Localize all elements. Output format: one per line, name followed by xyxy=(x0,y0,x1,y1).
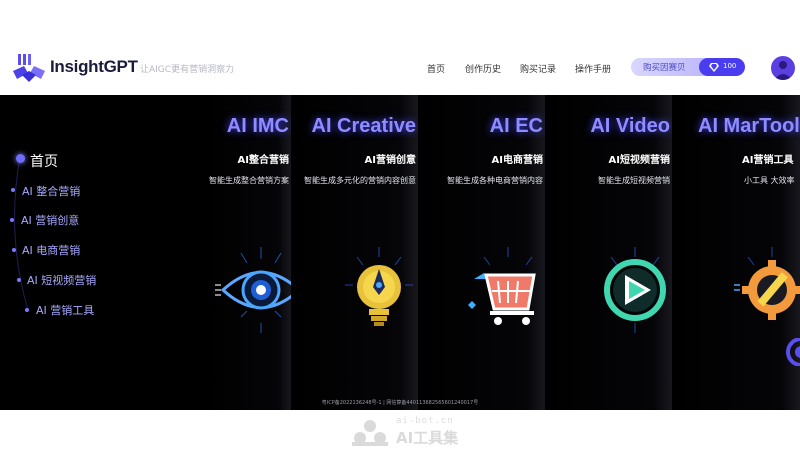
eye-icon xyxy=(215,247,291,333)
card-ai-creative[interactable]: AI Creative AI营销创意 智能生成多元化的营销内容创意 xyxy=(291,95,418,410)
card-title: AI Creative xyxy=(311,115,417,137)
card-desc: 智能生成多元化的营销内容创意 xyxy=(304,176,416,185)
sidebar-item-home[interactable]: 首页 xyxy=(30,151,58,171)
sidebar-item-video[interactable]: AI 短视频营销 xyxy=(27,272,96,288)
user-avatar[interactable] xyxy=(771,56,795,80)
customer-service-icon[interactable] xyxy=(785,338,800,366)
watermark-name: AI工具集 xyxy=(396,429,459,447)
sidebar-dot xyxy=(25,308,29,312)
play-icon xyxy=(604,247,666,333)
card-desc: 智能生成各种电商营销内容 xyxy=(447,176,543,185)
watermark-url: ai-bot.cn xyxy=(396,416,454,426)
sidebar-dot xyxy=(12,248,16,252)
card-desc: 小工具 大效率 xyxy=(744,176,795,185)
card-title: AI IMC xyxy=(226,115,289,137)
product-cards: AI IMC AI整合营销 智能生成整合营销方案 AI Creative AI营… xyxy=(205,95,800,410)
watermark: ai-bot.cn AI工具集 xyxy=(348,416,488,448)
credit-value: 100 xyxy=(723,62,737,70)
card-title: AI EC xyxy=(489,115,543,137)
sidebar-dot xyxy=(17,278,21,282)
lightbulb-icon xyxy=(345,247,413,326)
sidebar-dot xyxy=(11,188,15,192)
card-subtitle: AI短视频营销 xyxy=(608,155,670,166)
buy-credits-label: 购买因赛贝 xyxy=(643,63,686,73)
card-subtitle: AI营销工具 xyxy=(742,155,794,166)
card-ai-martools[interactable]: AI MarTools AI营销工具 小工具 大效率 xyxy=(672,95,800,410)
card-ai-imc[interactable]: AI IMC AI整合营销 智能生成整合营销方案 xyxy=(205,95,291,410)
card-subtitle: AI营销创意 xyxy=(364,155,416,166)
nav-purchases[interactable]: 购买记录 xyxy=(520,62,556,75)
top-header: InsightGPT 让AIGC更有营销洞察力 首页 创作历史 购买记录 操作手… xyxy=(0,40,800,95)
shopping-cart-icon xyxy=(468,247,536,325)
nav-manual[interactable]: 操作手册 xyxy=(575,62,611,75)
card-desc: 智能生成短视频营销 xyxy=(598,176,670,185)
sidebar-dot xyxy=(10,218,14,222)
footer-icp[interactable]: 粤ICP备2022136248号-1 | 网信算备440113682565601… xyxy=(0,399,800,406)
sidebar: 首页 AI 整合营销 AI 营销创意 AI 电商营销 AI 短视频营销 AI 营… xyxy=(0,95,200,410)
page: InsightGPT 让AIGC更有营销洞察力 首页 创作历史 购买记录 操作手… xyxy=(0,0,800,450)
card-title: AI MarTools xyxy=(698,115,800,137)
gear-pencil-icon xyxy=(734,247,800,320)
card-desc: 智能生成整合营销方案 xyxy=(209,176,289,185)
diamond-icon xyxy=(709,63,719,72)
main-area: 首页 AI 整合营销 AI 营销创意 AI 电商营销 AI 短视频营销 AI 营… xyxy=(0,95,800,410)
brand-name[interactable]: InsightGPT xyxy=(50,57,138,77)
sidebar-dot-active xyxy=(16,154,25,163)
user-icon xyxy=(774,61,792,80)
slogan: 让AIGC更有营销洞察力 xyxy=(140,65,235,75)
card-title: AI Video xyxy=(590,115,670,137)
card-ai-ec[interactable]: AI EC AI电商营销 智能生成各种电商营销内容 xyxy=(418,95,545,410)
card-subtitle: AI整合营销 xyxy=(237,155,289,166)
sidebar-item-martools[interactable]: AI 营销工具 xyxy=(36,302,94,318)
insightgpt-logo-icon[interactable] xyxy=(12,53,46,83)
card-ai-video[interactable]: AI Video AI短视频营销 智能生成短视频营销 xyxy=(545,95,672,410)
nav-home[interactable]: 首页 xyxy=(427,62,445,75)
credit-balance[interactable]: 100 xyxy=(699,58,745,76)
nav-history[interactable]: 创作历史 xyxy=(465,62,501,75)
sidebar-item-imc[interactable]: AI 整合营销 xyxy=(22,183,80,199)
sidebar-item-ec[interactable]: AI 电商营销 xyxy=(22,242,80,258)
sidebar-item-creative[interactable]: AI 营销创意 xyxy=(21,212,79,228)
watermark-logo-icon xyxy=(352,420,388,446)
card-subtitle: AI电商营销 xyxy=(491,155,543,166)
